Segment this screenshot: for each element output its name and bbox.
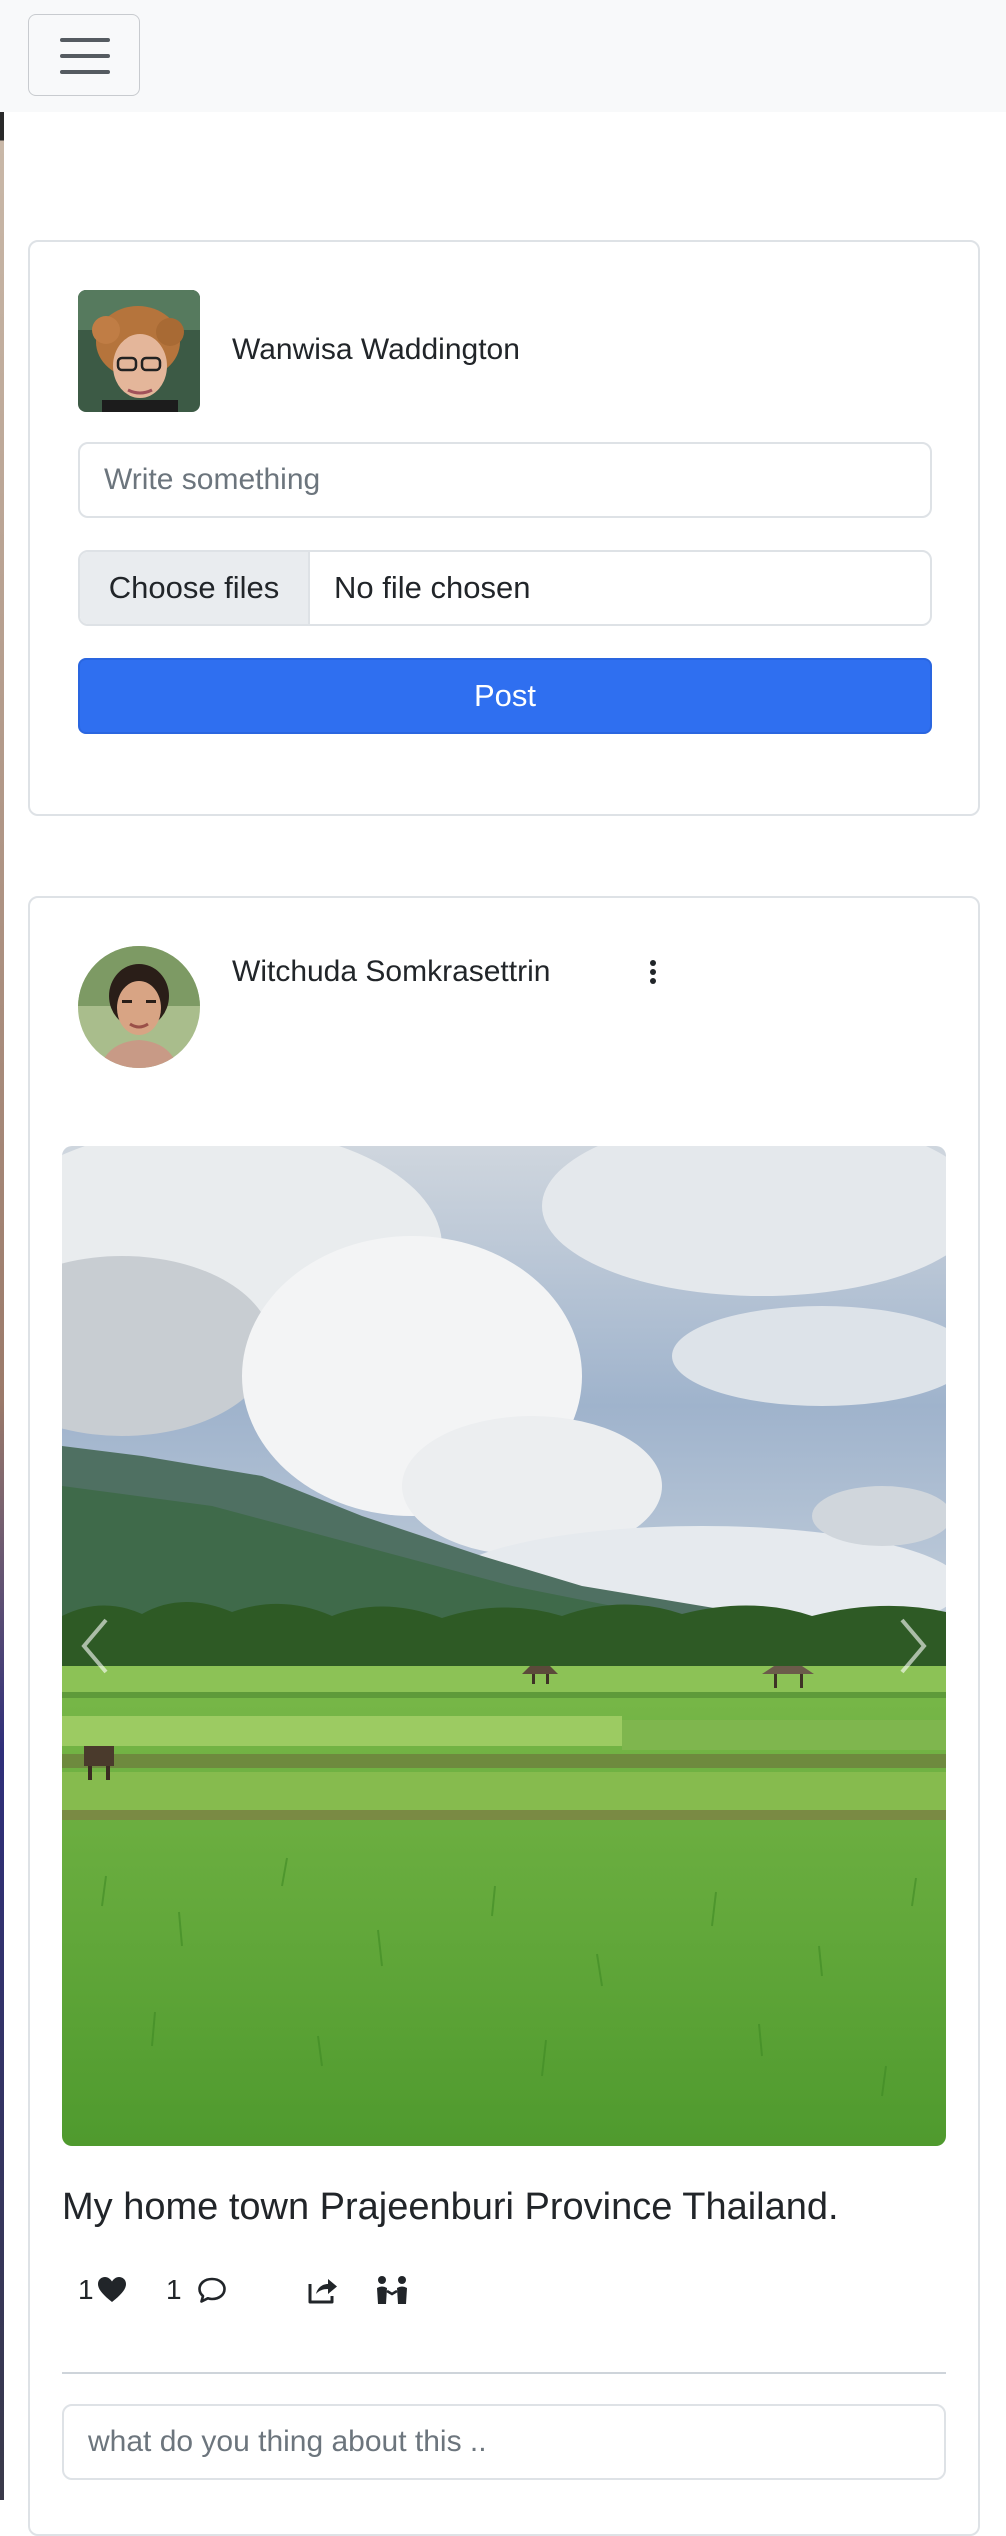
chevron-right-icon[interactable] xyxy=(882,1596,942,1696)
avatar xyxy=(78,290,200,412)
like-button[interactable]: 1 xyxy=(78,2270,128,2310)
likes-count: 1 xyxy=(78,2274,94,2305)
hamburger-menu-icon-bar xyxy=(60,70,110,74)
author-avatar[interactable] xyxy=(78,946,200,1068)
divider xyxy=(62,2372,946,2374)
people-icon xyxy=(377,2276,407,2304)
post-text-input[interactable] xyxy=(78,442,932,518)
vertical-ellipsis-icon[interactable] xyxy=(634,954,670,990)
navbar-toggle-button[interactable] xyxy=(28,14,140,96)
navbar xyxy=(0,0,1006,112)
chevron-left-icon[interactable] xyxy=(66,1596,126,1696)
post-caption: My home town Prajeenburi Province Thaila… xyxy=(62,2186,839,2228)
comment-icon xyxy=(197,2277,226,2303)
comments-count: 1 xyxy=(166,2274,182,2305)
window-edge xyxy=(0,0,4,2500)
comment-input[interactable] xyxy=(62,2404,946,2480)
new-post-card: Wanwisa Waddington Choose files No file … xyxy=(28,240,980,816)
post-actions: 1 1 xyxy=(78,2270,678,2310)
post-card: Witchuda Somkrasettrin My home town Praj… xyxy=(28,896,980,2536)
hamburger-menu-icon xyxy=(60,38,110,42)
user-name: Wanwisa Waddington xyxy=(232,333,520,366)
heart-icon xyxy=(97,2277,126,2302)
choose-files-button[interactable]: Choose files xyxy=(80,552,310,624)
post-button[interactable]: Post xyxy=(78,658,932,734)
share-icon xyxy=(308,2279,337,2304)
post-photo xyxy=(62,1146,946,2146)
hamburger-menu-icon-bar xyxy=(60,54,110,58)
file-upload-input[interactable]: Choose files No file chosen xyxy=(78,550,932,626)
file-status-text: No file chosen xyxy=(334,570,531,605)
share-button[interactable] xyxy=(306,2270,340,2310)
tag-people-button[interactable] xyxy=(374,2270,410,2310)
post-photo-carousel[interactable] xyxy=(62,1146,946,2146)
comment-button[interactable]: 1 xyxy=(166,2270,228,2310)
post-author-name[interactable]: Witchuda Somkrasettrin xyxy=(232,954,550,990)
